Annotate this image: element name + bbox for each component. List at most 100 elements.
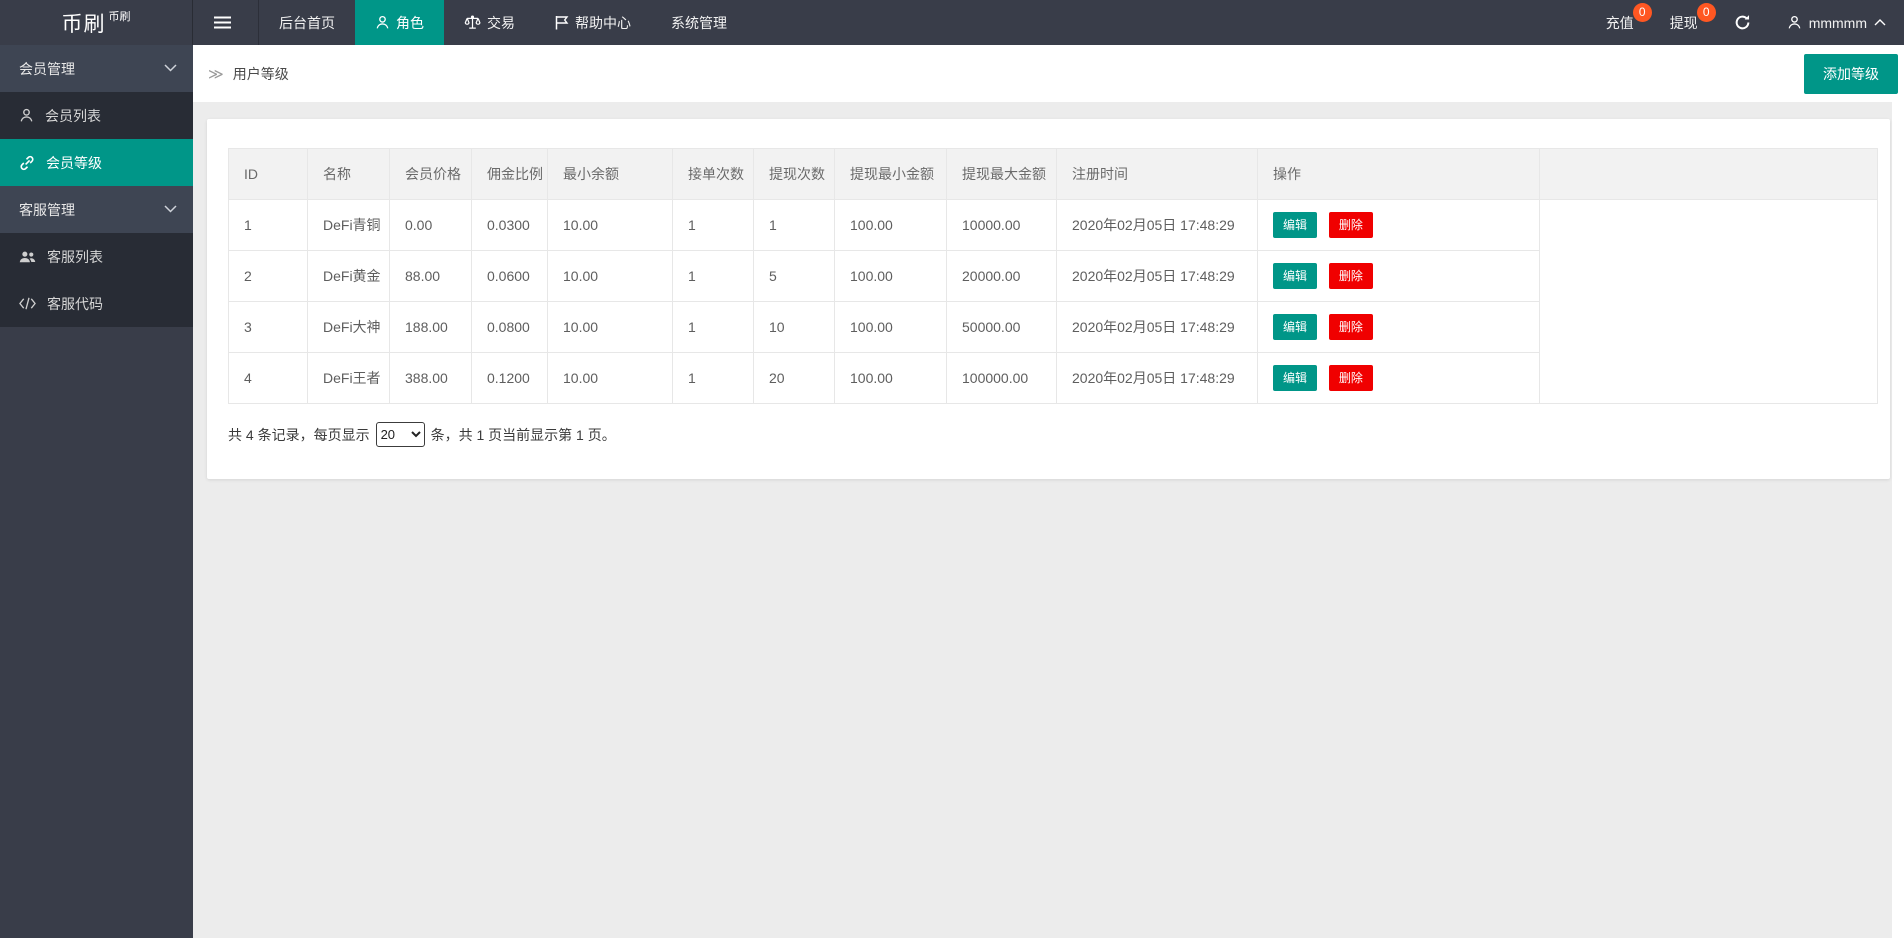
cell-name: DeFi王者 (308, 353, 390, 404)
nav-item-withdraw[interactable]: 提现 0 (1652, 0, 1716, 45)
delete-button[interactable]: 删除 (1329, 263, 1373, 289)
nav-item-label: 交易 (487, 13, 515, 33)
nav-item-roles[interactable]: 角色 (355, 0, 444, 45)
cell-withdraw-max: 10000.00 (947, 200, 1057, 251)
nav-item-recharge[interactable]: 充值 0 (1588, 0, 1652, 45)
sidebar-group-member-management[interactable]: 会员管理 (0, 45, 193, 92)
breadcrumb-separator-icon: ≫ (208, 65, 224, 83)
nav-item-label: 系统管理 (671, 13, 727, 33)
logo-superscript: 币刷 (109, 8, 131, 24)
cell-withdraw-count: 1 (754, 200, 835, 251)
cell-withdraw-count: 10 (754, 302, 835, 353)
sidebar-toggle-button[interactable] (193, 0, 259, 45)
refresh-button[interactable] (1716, 0, 1769, 45)
logo-text: 币刷 (62, 8, 106, 38)
col-header-withdraw-count: 提现次数 (754, 149, 835, 200)
hamburger-icon (214, 16, 231, 29)
edit-button[interactable]: 编辑 (1273, 212, 1317, 238)
cell-actions: 编辑 删除 (1258, 251, 1540, 302)
cell-price: 0.00 (390, 200, 472, 251)
cell-min-balance: 10.00 (548, 251, 673, 302)
nav-item-label: 后台首页 (279, 13, 335, 33)
cell-min-balance: 10.00 (548, 353, 673, 404)
cell-name: DeFi黄金 (308, 251, 390, 302)
nav-item-label: 帮助中心 (575, 13, 631, 33)
person-icon (19, 108, 34, 123)
page-title: 用户等级 (233, 64, 289, 84)
user-icon (1787, 15, 1802, 30)
edit-button[interactable]: 编辑 (1273, 314, 1317, 340)
chevron-down-icon (164, 205, 177, 213)
sidebar-item-label: 会员列表 (45, 106, 101, 126)
edit-button[interactable]: 编辑 (1273, 263, 1317, 289)
app-logo[interactable]: 币刷 币刷 (0, 0, 193, 45)
cell-withdraw-max: 50000.00 (947, 302, 1057, 353)
cell-actions: 编辑 删除 (1258, 200, 1540, 251)
cell-id: 3 (229, 302, 308, 353)
nav-item-help-center[interactable]: 帮助中心 (535, 0, 651, 45)
col-header-rate: 佣金比例 (472, 149, 548, 200)
sidebar-group-service-management[interactable]: 客服管理 (0, 186, 193, 233)
col-header-price: 会员价格 (390, 149, 472, 200)
delete-button[interactable]: 删除 (1329, 314, 1373, 340)
top-navbar: 币刷 币刷 后台首页 角色 交易 帮助中心 系统管理 充值 0 (0, 0, 1904, 45)
cell-actions: 编辑 删除 (1258, 302, 1540, 353)
nav-item-dashboard[interactable]: 后台首页 (259, 0, 355, 45)
edit-button[interactable]: 编辑 (1273, 365, 1317, 391)
cell-rate: 0.0300 (472, 200, 548, 251)
breadcrumb-bar: ≫ 用户等级 添加等级 (193, 45, 1904, 102)
chevron-down-icon (164, 64, 177, 72)
cell-name: DeFi大神 (308, 302, 390, 353)
delete-button[interactable]: 删除 (1329, 365, 1373, 391)
cell-min-balance: 10.00 (548, 200, 673, 251)
user-menu[interactable]: mmmmm (1769, 0, 1904, 45)
table-header-row: ID 名称 会员价格 佣金比例 最小余额 接单次数 提现次数 提现最小金额 提现… (229, 149, 1878, 200)
cell-order-count: 1 (673, 302, 754, 353)
cell-withdraw-count: 5 (754, 251, 835, 302)
col-header-withdraw-min: 提现最小金额 (835, 149, 947, 200)
cell-filler (1540, 200, 1878, 404)
cell-created: 2020年02月05日 17:48:29 (1057, 353, 1258, 404)
code-icon (19, 297, 36, 310)
cell-min-balance: 10.00 (548, 302, 673, 353)
cell-created: 2020年02月05日 17:48:29 (1057, 200, 1258, 251)
delete-button[interactable]: 删除 (1329, 212, 1373, 238)
page-size-select[interactable]: 20 (376, 422, 425, 447)
chevron-up-icon (1874, 19, 1886, 26)
cell-id: 1 (229, 200, 308, 251)
sidebar-item-label: 客服代码 (47, 294, 103, 314)
user-name: mmmmm (1809, 15, 1867, 31)
cell-created: 2020年02月05日 17:48:29 (1057, 302, 1258, 353)
sidebar-item-service-list[interactable]: 客服列表 (0, 233, 193, 280)
col-header-created: 注册时间 (1057, 149, 1258, 200)
nav-item-system-management[interactable]: 系统管理 (651, 0, 747, 45)
sidebar-group-label: 会员管理 (19, 59, 75, 79)
col-header-min-balance: 最小余额 (548, 149, 673, 200)
content-area: ID 名称 会员价格 佣金比例 最小余额 接单次数 提现次数 提现最小金额 提现… (193, 102, 1892, 938)
scales-icon (464, 15, 481, 30)
cell-order-count: 1 (673, 353, 754, 404)
pagination-bar: 共 4 条记录，每页显示 20 条，共 1 页当前显示第 1 页。 (228, 422, 1878, 447)
recharge-badge: 0 (1633, 3, 1652, 22)
sidebar-item-member-level[interactable]: 会员等级 (0, 139, 193, 186)
cell-withdraw-max: 100000.00 (947, 353, 1057, 404)
recharge-label: 充值 (1606, 13, 1634, 33)
sidebar-item-member-list[interactable]: 会员列表 (0, 92, 193, 139)
cell-order-count: 1 (673, 251, 754, 302)
cell-name: DeFi青铜 (308, 200, 390, 251)
sidebar-item-service-code[interactable]: 客服代码 (0, 280, 193, 327)
sidebar-item-label: 客服列表 (47, 247, 103, 267)
cell-price: 388.00 (390, 353, 472, 404)
link-icon (19, 155, 35, 171)
sidebar-group-label: 客服管理 (19, 200, 75, 220)
sidebar-item-label: 会员等级 (46, 153, 102, 173)
cell-withdraw-min: 100.00 (835, 302, 947, 353)
col-header-filler (1540, 149, 1878, 200)
navbar-right-group: 充值 0 提现 0 mmmmm (1588, 0, 1904, 45)
nav-item-trade[interactable]: 交易 (444, 0, 535, 45)
cell-id: 4 (229, 353, 308, 404)
cell-actions: 编辑 删除 (1258, 353, 1540, 404)
pagination-summary-suffix: 条，共 1 页当前显示第 1 页。 (431, 425, 616, 445)
add-level-button[interactable]: 添加等级 (1804, 54, 1898, 94)
table-row: 1 DeFi青铜 0.00 0.0300 10.00 1 1 100.00 10… (229, 200, 1878, 251)
